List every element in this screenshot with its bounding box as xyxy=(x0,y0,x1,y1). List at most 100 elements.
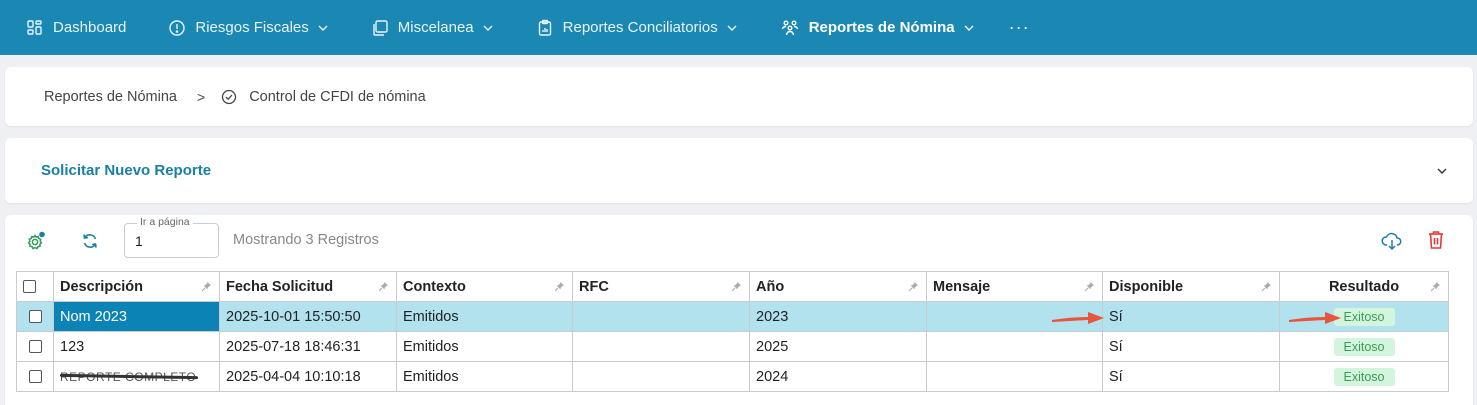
pin-icon[interactable] xyxy=(731,281,742,292)
disponible-value: Sí xyxy=(1109,308,1123,325)
settings-icon[interactable] xyxy=(25,230,47,252)
cell-fecha[interactable]: 2025-10-01 15:50:50 xyxy=(219,301,397,332)
status-badge: Exitoso xyxy=(1333,337,1395,356)
nav-conciliatorios-label: Reportes Conciliatorios xyxy=(562,19,718,36)
row-select-cell xyxy=(16,301,54,332)
cell-anio[interactable]: 2023 xyxy=(749,301,927,332)
pin-icon[interactable] xyxy=(1084,281,1095,292)
column-header-label: Resultado xyxy=(1328,278,1400,295)
pin-icon[interactable] xyxy=(1261,281,1272,292)
column-header-label: Fecha Solicitud xyxy=(226,278,334,295)
check-circle-icon xyxy=(221,89,237,105)
pin-icon[interactable] xyxy=(201,281,212,292)
nav-riesgos-label: Riesgos Fiscales xyxy=(195,19,309,36)
request-report-title[interactable]: Solicitar Nuevo Reporte xyxy=(41,162,211,179)
cell-rfc[interactable] xyxy=(572,301,750,332)
cell-rfc[interactable] xyxy=(572,361,750,392)
cell-contexto[interactable]: Emitidos xyxy=(396,331,573,362)
pin-icon[interactable] xyxy=(908,281,919,292)
chevron-down-icon xyxy=(964,25,974,31)
breadcrumb-parent[interactable]: Reportes de Nómina xyxy=(44,89,177,105)
pin-icon[interactable] xyxy=(1430,281,1441,292)
chevron-down-icon[interactable] xyxy=(1435,164,1449,181)
breadcrumb-current: Control de CFDI de nómina xyxy=(249,88,426,105)
request-report-panel[interactable]: Solicitar Nuevo Reporte xyxy=(5,138,1473,203)
cell-disponible[interactable]: Sí xyxy=(1102,301,1280,332)
page-jump-input[interactable] xyxy=(135,233,205,249)
cell-contexto[interactable]: Emitidos xyxy=(396,301,573,332)
row-select-cell xyxy=(16,331,54,362)
breadcrumb-separator: > xyxy=(197,88,206,105)
cell-disponible[interactable]: Sí xyxy=(1102,361,1280,392)
table-row[interactable]: 123 2025-07-18 18:46:31 Emitidos 2025 Sí… xyxy=(16,331,1449,362)
cell-anio[interactable]: 2024 xyxy=(749,361,927,392)
annotation-arrow-icon xyxy=(1052,312,1104,324)
nav-dashboard[interactable]: Dashboard xyxy=(26,19,126,37)
clipboard-icon xyxy=(538,19,551,36)
cell-descripcion[interactable]: Nom 2023 xyxy=(53,301,220,332)
breadcrumb: Reportes de Nómina > Control de CFDI de … xyxy=(5,67,1473,126)
table-row[interactable]: Nom 2023 2025-10-01 15:50:50 Emitidos 20… xyxy=(16,301,1449,332)
column-header[interactable]: Descripción xyxy=(53,271,220,302)
cell-resultado[interactable]: Exitoso xyxy=(1279,361,1449,392)
column-header[interactable]: Resultado xyxy=(1279,271,1449,302)
trash-icon[interactable] xyxy=(1426,229,1446,251)
cell-fecha[interactable]: 2025-04-04 10:10:18 xyxy=(219,361,397,392)
cell-descripcion[interactable]: REPORTE COMPLETO xyxy=(53,361,220,392)
cell-disponible[interactable]: Sí xyxy=(1102,331,1280,362)
column-header-label: Mensaje xyxy=(933,278,991,295)
column-header[interactable]: Año xyxy=(749,271,927,302)
column-header[interactable]: Fecha Solicitud xyxy=(219,271,397,302)
top-nav: Dashboard Riesgos Fiscales Miscelanea Re… xyxy=(0,0,1477,55)
cell-contexto[interactable]: Emitidos xyxy=(396,361,573,392)
report-table: Descripción Fecha Solicitud Contexto RFC… xyxy=(16,271,1449,392)
alert-circle-icon xyxy=(169,19,186,36)
nav-nomina-label: Reportes de Nómina xyxy=(808,19,955,36)
cell-anio[interactable]: 2025 xyxy=(749,331,927,362)
cell-descripcion[interactable]: 123 xyxy=(53,331,220,362)
refresh-icon[interactable] xyxy=(81,232,99,250)
more-menu-button[interactable]: ··· xyxy=(1009,17,1030,38)
cell-resultado[interactable]: Exitoso xyxy=(1279,331,1449,362)
row-checkbox[interactable] xyxy=(28,340,42,354)
column-header[interactable]: Contexto xyxy=(396,271,573,302)
select-all-checkbox[interactable] xyxy=(23,280,36,294)
nav-reportes-nomina[interactable]: Reportes de Nómina xyxy=(780,19,975,37)
row-checkbox[interactable] xyxy=(28,370,42,384)
copy-icon xyxy=(373,19,388,36)
chevron-down-icon xyxy=(483,25,493,31)
page-jump-field[interactable]: Ir a página xyxy=(124,216,219,258)
row-checkbox[interactable] xyxy=(28,310,42,324)
column-header-label: RFC xyxy=(579,278,609,295)
page-jump-label: Ir a página xyxy=(137,216,193,228)
chevron-down-icon xyxy=(727,25,737,31)
cell-rfc[interactable] xyxy=(572,331,750,362)
nav-miscelanea-label: Miscelanea xyxy=(397,19,474,36)
column-header-label: Año xyxy=(756,278,785,295)
row-select-cell xyxy=(16,361,54,392)
select-all-cell xyxy=(16,271,54,302)
cell-mensaje[interactable] xyxy=(926,331,1103,362)
nav-dashboard-label: Dashboard xyxy=(53,19,127,36)
chevron-down-icon xyxy=(318,25,328,31)
nav-miscelanea[interactable]: Miscelanea xyxy=(371,19,494,37)
column-header[interactable]: Disponible xyxy=(1102,271,1280,302)
nav-riesgos-fiscales[interactable]: Riesgos Fiscales xyxy=(168,19,328,37)
grid-icon xyxy=(27,19,42,35)
column-header-label: Disponible xyxy=(1109,278,1184,295)
column-header-label: Descripción xyxy=(60,278,143,295)
nav-reportes-conciliatorios[interactable]: Reportes Conciliatorios xyxy=(536,19,738,37)
cloud-download-icon[interactable] xyxy=(1381,230,1403,252)
cell-mensaje[interactable] xyxy=(926,361,1103,392)
pin-icon[interactable] xyxy=(378,281,389,292)
table-row[interactable]: REPORTE COMPLETO 2025-04-04 10:10:18 Emi… xyxy=(16,361,1449,392)
pin-icon[interactable] xyxy=(554,281,565,292)
table-header-row: Descripción Fecha Solicitud Contexto RFC… xyxy=(16,271,1449,302)
column-header-label: Contexto xyxy=(403,278,466,295)
column-header[interactable]: RFC xyxy=(572,271,750,302)
grid-toolbar: Ir a página Mostrando 3 Registros xyxy=(5,215,1473,270)
report-grid-panel: Ir a página Mostrando 3 Registros Descri xyxy=(5,215,1473,405)
column-header[interactable]: Mensaje xyxy=(926,271,1103,302)
annotation-arrow-icon xyxy=(1289,312,1341,324)
cell-fecha[interactable]: 2025-07-18 18:46:31 xyxy=(219,331,397,362)
